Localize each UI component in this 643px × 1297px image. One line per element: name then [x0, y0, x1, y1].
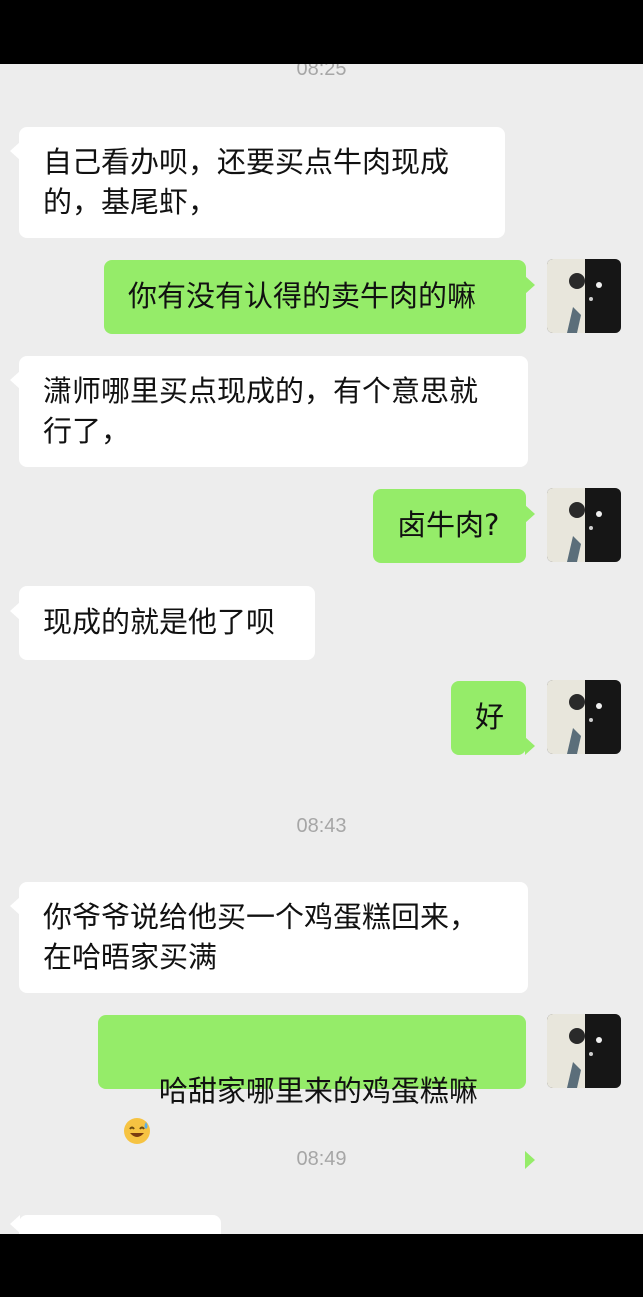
chat-area[interactable]: 08:25 自己看办呗，还要买点牛肉现成 的，基尾虾， 你有没有认得的卖牛肉的嘛…: [0, 64, 643, 1234]
message-bubble-sent[interactable]: 你有没有认得的卖牛肉的嘛: [104, 260, 535, 334]
avatar[interactable]: [547, 488, 621, 562]
avatar[interactable]: [547, 680, 621, 754]
timestamp: 08:43: [296, 815, 347, 837]
avatar-image: [547, 1014, 621, 1088]
avatar[interactable]: [547, 259, 621, 333]
message-bubble-received[interactable]: 自己看办呗，还要买点牛肉现成 的，基尾虾，: [10, 127, 505, 238]
message-bubble-sent[interactable]: 卤牛肉?: [373, 489, 535, 563]
message-bubble-received[interactable]: 现成的就是他了呗: [10, 586, 315, 660]
avatar-image: [547, 259, 621, 333]
avatar-image: [547, 680, 621, 754]
message-bubble-sent[interactable]: 哈甜家哪里来的鸡蛋糕嘛: [98, 1015, 535, 1169]
avatar-image: [547, 488, 621, 562]
timestamp: 08:25: [296, 64, 347, 80]
grinning-sweat-emoji: [124, 1118, 150, 1144]
timestamp: 08:49: [296, 1148, 347, 1170]
avatar[interactable]: [547, 1014, 621, 1088]
message-text: 哈甜家哪里来的鸡蛋糕嘛: [158, 1074, 478, 1108]
message-bubble-received[interactable]: 潇师哪里买点现成的，有个意思就 行了，: [10, 356, 528, 467]
message-bubble-sent[interactable]: 好: [451, 681, 535, 755]
message-bubble-received[interactable]: 你爷爷说给他买一个鸡蛋糕回来， 在哈晤家买满: [10, 882, 528, 993]
message-bubble-received-partial[interactable]: [10, 1215, 221, 1234]
